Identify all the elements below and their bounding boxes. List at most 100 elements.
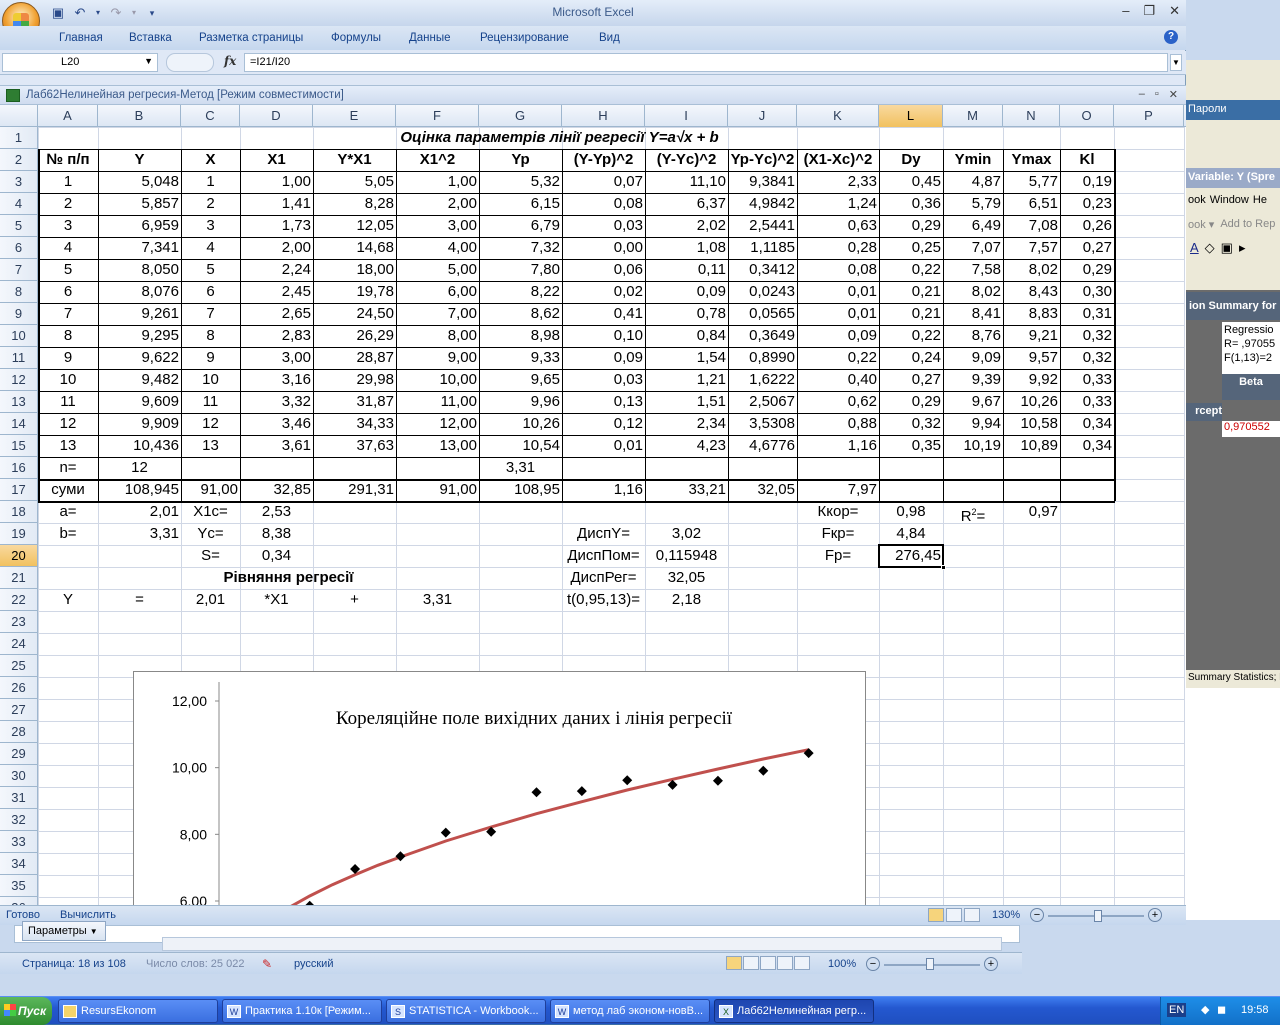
column-header-o[interactable]: O bbox=[1060, 105, 1114, 127]
start-button[interactable]: Пуск bbox=[0, 997, 52, 1025]
table-cell[interactable]: 5,77 bbox=[1003, 171, 1060, 193]
table-cell[interactable]: 5,00 bbox=[396, 259, 479, 281]
table-cell[interactable]: 6,15 bbox=[479, 193, 562, 215]
word-count[interactable]: Число слов: 25 022 bbox=[146, 958, 244, 970]
row-header-14[interactable]: 14 bbox=[0, 413, 38, 435]
column-title[interactable]: (X1-Xc)^2 bbox=[797, 149, 879, 171]
column-header-j[interactable]: J bbox=[728, 105, 797, 127]
statistica-menu-workbook[interactable]: ook bbox=[1188, 194, 1206, 208]
table-cell[interactable]: 0,62 bbox=[797, 391, 879, 413]
row-header-11[interactable]: 11 bbox=[0, 347, 38, 369]
table-cell[interactable]: 0,27 bbox=[879, 369, 943, 391]
table-cell[interactable]: 1,24 bbox=[797, 193, 879, 215]
column-header-l[interactable]: L bbox=[879, 105, 943, 127]
table-cell[interactable]: 6,49 bbox=[943, 215, 1003, 237]
table-cell[interactable]: 13 bbox=[38, 435, 98, 457]
row-header-25[interactable]: 25 bbox=[0, 655, 38, 677]
row-header-13[interactable]: 13 bbox=[0, 391, 38, 413]
table-cell[interactable]: 0,21 bbox=[879, 303, 943, 325]
row-header-28[interactable]: 28 bbox=[0, 721, 38, 743]
a-value[interactable]: 2,01 bbox=[98, 501, 181, 523]
fill-handle[interactable] bbox=[941, 565, 946, 570]
table-cell[interactable]: 8,83 bbox=[1003, 303, 1060, 325]
row-header-16[interactable]: 16 bbox=[0, 457, 38, 479]
name-box[interactable]: L20 ▼ bbox=[2, 53, 158, 72]
table-cell[interactable]: 0,09 bbox=[797, 325, 879, 347]
column-title[interactable]: Kl bbox=[1060, 149, 1114, 171]
outline-icon[interactable] bbox=[777, 956, 793, 970]
row-header-20[interactable]: 20 bbox=[0, 545, 38, 567]
a-label[interactable]: a= bbox=[38, 501, 98, 523]
t-label[interactable]: t(0,95,13)= bbox=[562, 589, 645, 611]
table-cell[interactable]: 9,3841 bbox=[728, 171, 797, 193]
taskbar-item-excel[interactable]: X Лаб62Нелинейная регр... bbox=[714, 999, 874, 1023]
table-cell[interactable]: 0,41 bbox=[562, 303, 645, 325]
kkor-value[interactable]: 0,98 bbox=[879, 501, 943, 523]
taskbar-item-resursekonom[interactable]: ResursEkonom bbox=[58, 999, 218, 1023]
table-cell[interactable]: 9,909 bbox=[98, 413, 181, 435]
table-cell[interactable]: 11,00 bbox=[396, 391, 479, 413]
column-title[interactable]: Y*X1 bbox=[313, 149, 396, 171]
table-cell[interactable]: 5,32 bbox=[479, 171, 562, 193]
word-page-info[interactable]: Страница: 18 из 108 bbox=[22, 958, 126, 970]
statistica-workbook-menu[interactable]: ook ▾ bbox=[1188, 218, 1214, 232]
column-title[interactable]: Yp-Yc)^2 bbox=[728, 149, 797, 171]
table-cell[interactable]: 0,22 bbox=[797, 347, 879, 369]
table-cell[interactable]: 0,09 bbox=[645, 281, 728, 303]
word-zoom-handle[interactable] bbox=[926, 958, 934, 970]
more-icon[interactable]: ▸ bbox=[1239, 240, 1246, 262]
row-header-23[interactable]: 23 bbox=[0, 611, 38, 633]
table-cell[interactable]: 2,45 bbox=[240, 281, 313, 303]
tray-icon-2[interactable]: ◼ bbox=[1217, 1003, 1226, 1016]
row-header-2[interactable]: 2 bbox=[0, 149, 38, 171]
table-cell[interactable]: 9 bbox=[181, 347, 240, 369]
table-cell[interactable]: 4,9842 bbox=[728, 193, 797, 215]
table-cell[interactable]: 9,65 bbox=[479, 369, 562, 391]
table-cell[interactable]: 7,80 bbox=[479, 259, 562, 281]
table-cell[interactable]: 10,58 bbox=[1003, 413, 1060, 435]
minimize-icon[interactable]: – bbox=[1122, 3, 1129, 19]
sum-cell[interactable]: 91,00 bbox=[396, 479, 479, 501]
table-cell[interactable]: 7 bbox=[181, 303, 240, 325]
row-header-17[interactable]: 17 bbox=[0, 479, 38, 501]
row-header-9[interactable]: 9 bbox=[0, 303, 38, 325]
table-cell[interactable]: 8 bbox=[38, 325, 98, 347]
table-cell[interactable]: 1,1185 bbox=[728, 237, 797, 259]
tab-data[interactable]: Данные bbox=[409, 32, 451, 44]
table-cell[interactable]: 6,79 bbox=[479, 215, 562, 237]
dispy-label[interactable]: ДиспY= bbox=[562, 523, 645, 545]
column-header-d[interactable]: D bbox=[240, 105, 313, 127]
table-cell[interactable]: 1,41 bbox=[240, 193, 313, 215]
row-header-7[interactable]: 7 bbox=[0, 259, 38, 281]
table-cell[interactable]: 8,02 bbox=[1003, 259, 1060, 281]
b-label[interactable]: b= bbox=[38, 523, 98, 545]
table-cell[interactable]: 8,98 bbox=[479, 325, 562, 347]
column-header-i[interactable]: I bbox=[645, 105, 728, 127]
eq-x1[interactable]: *X1 bbox=[240, 589, 313, 611]
tab-formulas[interactable]: Формулы bbox=[331, 32, 381, 44]
chart[interactable]: 12,00 10,00 8,00 6,00 Кореляційне поле вихід… bbox=[133, 671, 866, 911]
fkr-value[interactable]: 4,84 bbox=[879, 523, 943, 545]
table-cell[interactable]: 7,08 bbox=[1003, 215, 1060, 237]
table-cell[interactable]: 0,0565 bbox=[728, 303, 797, 325]
tab-view[interactable]: Вид bbox=[599, 32, 620, 44]
table-cell[interactable]: 29,98 bbox=[313, 369, 396, 391]
table-cell[interactable]: 3,00 bbox=[240, 347, 313, 369]
table-cell[interactable]: 0,33 bbox=[1060, 391, 1114, 413]
formula-resize-handle[interactable] bbox=[166, 53, 214, 72]
column-title[interactable]: № п/п bbox=[38, 149, 98, 171]
spellcheck-icon[interactable]: ✎ bbox=[262, 957, 272, 971]
table-cell[interactable]: 0,3649 bbox=[728, 325, 797, 347]
table-cell[interactable]: 31,87 bbox=[313, 391, 396, 413]
zoom-slider-handle[interactable] bbox=[1094, 910, 1102, 922]
table-cell[interactable]: 0,33 bbox=[1060, 369, 1114, 391]
s-label[interactable]: S= bbox=[181, 545, 240, 567]
table-cell[interactable]: 2,65 bbox=[240, 303, 313, 325]
table-cell[interactable]: 5,857 bbox=[98, 193, 181, 215]
table-cell[interactable]: 10,89 bbox=[1003, 435, 1060, 457]
dispy-value[interactable]: 3,02 bbox=[645, 523, 728, 545]
statistica-menu-help[interactable]: He bbox=[1253, 194, 1267, 208]
table-cell[interactable]: 7,00 bbox=[396, 303, 479, 325]
column-header-f[interactable]: F bbox=[396, 105, 479, 127]
t-value[interactable]: 2,18 bbox=[645, 589, 728, 611]
